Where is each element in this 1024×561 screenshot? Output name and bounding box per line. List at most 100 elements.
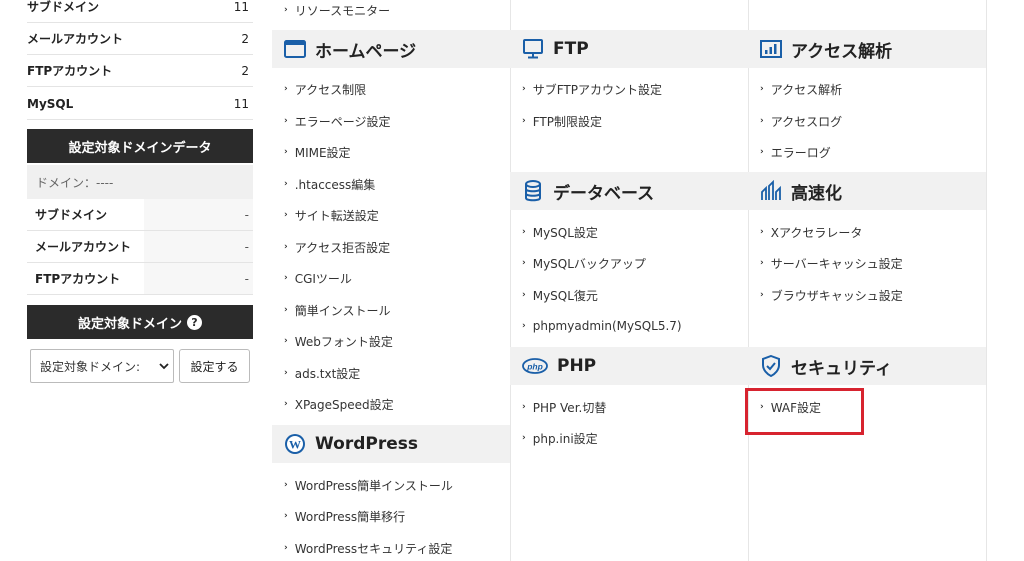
menu-link-easy-install[interactable]: › 簡単インストール bbox=[284, 300, 390, 320]
menu-link-label: エラーログ bbox=[770, 145, 831, 160]
menu-link-label: サイト転送設定 bbox=[294, 208, 379, 223]
section-analytics: アクセス解析 bbox=[748, 30, 986, 68]
chevron-right-icon: › bbox=[760, 290, 764, 300]
info-row-mail: メールアカウント - bbox=[27, 231, 253, 263]
menu-link-access-log[interactable]: › アクセスログ bbox=[760, 111, 842, 131]
target-domain-data-title: 設定対象ドメインデータ bbox=[68, 140, 212, 156]
stat-row-mail: メールアカウント 2 bbox=[27, 23, 253, 55]
menu-link-label: サーバーキャッシュ設定 bbox=[770, 256, 903, 271]
menu-link-site-redirect[interactable]: › サイト転送設定 bbox=[284, 205, 379, 225]
stat-value: 2 bbox=[241, 63, 249, 78]
menu-link-label: ブラウザキャッシュ設定 bbox=[770, 288, 903, 303]
apply-domain-button[interactable]: 設定する bbox=[179, 349, 250, 383]
section-title: 高速化 bbox=[791, 183, 842, 204]
chevron-right-icon: › bbox=[760, 116, 764, 126]
stat-label: FTPアカウント bbox=[27, 64, 113, 78]
menu-link-php-ini[interactable]: › php.ini設定 bbox=[522, 428, 598, 448]
help-icon[interactable]: ? bbox=[187, 314, 202, 330]
menu-link-access-restriction[interactable]: › アクセス制限 bbox=[284, 79, 366, 99]
menu-link-web-font[interactable]: › Webフォント設定 bbox=[284, 331, 393, 351]
menu-link-label: phpmyadmin(MySQL5.7) bbox=[532, 319, 682, 333]
menu-link-wp-easy-install[interactable]: › WordPress簡単インストール bbox=[284, 475, 453, 495]
menu-link-htaccess[interactable]: › .htaccess編集 bbox=[284, 174, 375, 194]
menu-link-ftp-restriction[interactable]: › FTP制限設定 bbox=[522, 111, 602, 131]
menu-link-wp-security[interactable]: › WordPressセキュリティ設定 bbox=[284, 538, 452, 558]
chevron-right-icon: › bbox=[284, 336, 288, 346]
menu-link-label: Webフォント設定 bbox=[294, 334, 393, 349]
menu-link-php-version[interactable]: › PHP Ver.切替 bbox=[522, 397, 606, 417]
menu-link-label: 簡単インストール bbox=[294, 303, 391, 318]
chevron-right-icon: › bbox=[284, 273, 288, 283]
chevron-right-icon: › bbox=[522, 227, 526, 237]
menu-link-access-deny[interactable]: › アクセス拒否設定 bbox=[284, 237, 390, 257]
domain-select[interactable]: 設定対象ドメイン: bbox=[30, 349, 174, 383]
chevron-right-icon: › bbox=[284, 116, 288, 126]
chevron-right-icon: › bbox=[284, 84, 288, 94]
chevron-right-icon: › bbox=[284, 368, 288, 378]
menu-link-resource-monitor[interactable]: › リソースモニター bbox=[284, 0, 390, 20]
chevron-right-icon: › bbox=[284, 399, 288, 409]
menu-link-browser-cache[interactable]: › ブラウザキャッシュ設定 bbox=[760, 285, 903, 305]
menu-link-error-page[interactable]: › エラーページ設定 bbox=[284, 111, 390, 131]
section-title: FTP bbox=[553, 39, 589, 59]
menu-link-sub-ftp-account[interactable]: › サブFTPアカウント設定 bbox=[522, 79, 662, 99]
menu-link-mysql-restore[interactable]: › MySQL復元 bbox=[522, 285, 598, 305]
menu-link-server-cache[interactable]: › サーバーキャッシュ設定 bbox=[760, 253, 903, 273]
chevron-right-icon: › bbox=[284, 305, 288, 315]
stat-row-subdomain: サブドメイン 11 bbox=[27, 0, 253, 23]
php-icon-text: php bbox=[526, 362, 543, 372]
domain-select-value: 設定対象ドメイン: bbox=[40, 359, 141, 374]
chevron-right-icon: › bbox=[760, 227, 764, 237]
stat-value: 11 bbox=[233, 0, 249, 14]
domain-line: ドメイン：---- bbox=[27, 165, 253, 199]
stat-row-mysql: MySQL 11 bbox=[27, 88, 253, 120]
php-icon: php bbox=[522, 355, 548, 377]
chevron-right-icon: › bbox=[284, 480, 288, 490]
section-title: セキュリティ bbox=[791, 358, 892, 379]
menu-link-label: アクセスログ bbox=[770, 114, 843, 129]
menu-link-label: MySQL設定 bbox=[532, 225, 598, 240]
menu-link-label: WordPress簡単インストール bbox=[294, 478, 453, 493]
bar-chart-icon bbox=[760, 38, 782, 60]
wordpress-icon: W bbox=[284, 433, 306, 455]
svg-text:W: W bbox=[289, 438, 301, 452]
chevron-right-icon: › bbox=[284, 511, 288, 521]
menu-link-cgi-tools[interactable]: › CGIツール bbox=[284, 268, 352, 288]
menu-link-phpmyadmin[interactable]: › phpmyadmin(MySQL5.7) bbox=[522, 316, 682, 336]
menu-link-x-accelerator[interactable]: › Xアクセラレータ bbox=[760, 222, 862, 242]
chevron-right-icon: › bbox=[522, 116, 526, 126]
menu-link-xpagespeed[interactable]: › XPageSpeed設定 bbox=[284, 394, 394, 414]
menu-link-label: WordPressセキュリティ設定 bbox=[294, 541, 453, 556]
monitor-icon bbox=[522, 38, 544, 60]
section-security: セキュリティ bbox=[748, 347, 986, 385]
menu-link-label: ads.txt設定 bbox=[294, 366, 361, 381]
chevron-right-icon: › bbox=[284, 179, 288, 189]
section-title: PHP bbox=[557, 356, 597, 376]
stat-row-ftp: FTPアカウント 2 bbox=[27, 55, 253, 87]
menu-link-mysql-backup[interactable]: › MySQLバックアップ bbox=[522, 253, 646, 273]
info-value: - bbox=[144, 231, 253, 262]
info-value: - bbox=[144, 263, 253, 294]
chevron-right-icon: › bbox=[522, 433, 526, 443]
menu-link-mime[interactable]: › MIME設定 bbox=[284, 142, 351, 162]
info-value: - bbox=[144, 199, 253, 230]
chevron-right-icon: › bbox=[522, 84, 526, 94]
menu-link-label: WordPress簡単移行 bbox=[294, 509, 406, 524]
menu-link-access-analytics[interactable]: › アクセス解析 bbox=[760, 79, 842, 99]
info-label: メールアカウント bbox=[27, 231, 144, 262]
menu-link-label: サブFTPアカウント設定 bbox=[532, 82, 662, 97]
menu-link-label: .htaccess編集 bbox=[294, 177, 376, 192]
menu-link-error-log[interactable]: › エラーログ bbox=[760, 142, 831, 162]
menu-link-label: XPageSpeed設定 bbox=[294, 397, 394, 412]
target-domain-header: 設定対象ドメイン ? bbox=[27, 305, 253, 339]
menu-link-mysql-settings[interactable]: › MySQL設定 bbox=[522, 222, 598, 242]
menu-link-ads-txt[interactable]: › ads.txt設定 bbox=[284, 363, 360, 383]
menu-link-label: PHP Ver.切替 bbox=[532, 400, 607, 415]
menu-column-2: FTP › サブFTPアカウント設定 › FTP制限設定 データベース › MySQL… bbox=[510, 0, 748, 561]
section-speed: 高速化 bbox=[748, 172, 986, 210]
chevron-right-icon: › bbox=[760, 258, 764, 268]
menu-link-wp-migrate[interactable]: › WordPress簡単移行 bbox=[284, 506, 405, 526]
chevron-right-icon: › bbox=[284, 543, 288, 553]
section-ftp: FTP bbox=[510, 30, 748, 68]
menu-column-1: › リソースモニター ホームページ › アクセス制限 › エラーページ設定 › MIM… bbox=[272, 0, 510, 561]
